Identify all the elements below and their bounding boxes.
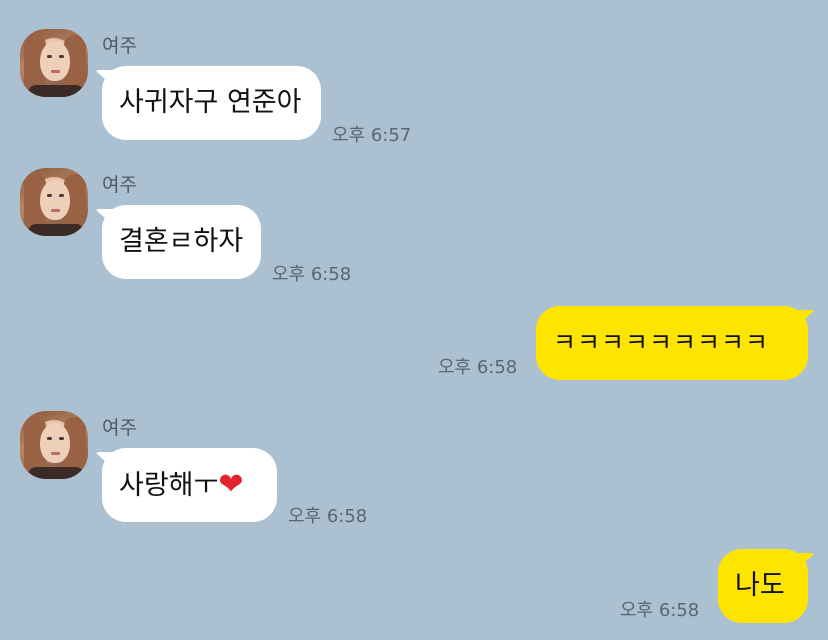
avatar[interactable] bbox=[20, 168, 88, 236]
message-text: 사랑해ㅜ bbox=[119, 470, 219, 501]
message-bubble[interactable]: 사랑해ㅜ❤ bbox=[102, 448, 277, 522]
message-time: 오후 6:58 bbox=[288, 506, 368, 527]
sender-name: 여주 bbox=[102, 174, 137, 196]
message-time: 오후 6:58 bbox=[620, 600, 700, 621]
message-time: 오후 6:58 bbox=[272, 264, 352, 285]
sender-name: 여주 bbox=[102, 35, 137, 57]
message-bubble[interactable]: 나도 bbox=[718, 549, 808, 623]
message-time: 오후 6:58 bbox=[438, 357, 518, 378]
message-time: 오후 6:57 bbox=[332, 125, 412, 146]
message-bubble[interactable]: 사귀자구 연준아 bbox=[102, 66, 321, 140]
avatar[interactable] bbox=[20, 29, 88, 97]
message-bubble[interactable]: 결혼ㄹ하자 bbox=[102, 205, 261, 279]
message-bubble[interactable]: ㅋㅋㅋㅋㅋㅋㅋㅋㅋ bbox=[536, 306, 808, 380]
heart-icon: ❤ bbox=[218, 467, 244, 502]
avatar[interactable] bbox=[20, 411, 88, 479]
sender-name: 여주 bbox=[102, 417, 137, 439]
